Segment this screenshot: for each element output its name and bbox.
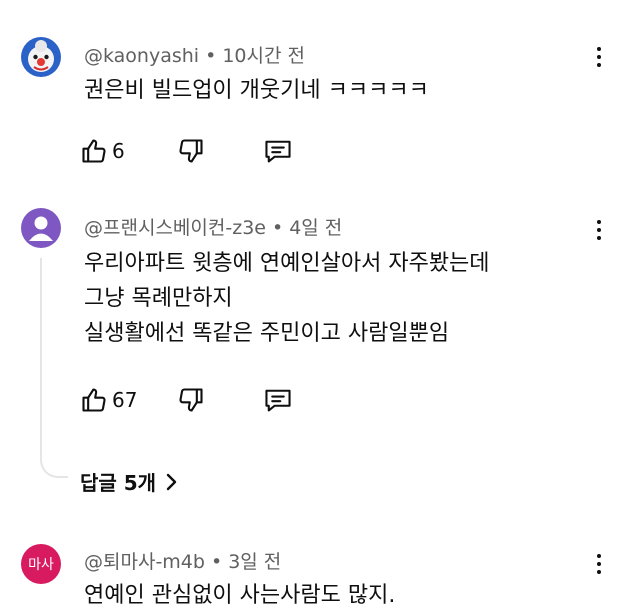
more-options-icon[interactable] [587, 45, 611, 69]
replies-toggle-button[interactable]: 답글 5개 [80, 467, 178, 496]
replies-count-label: 답글 5개 [80, 471, 157, 495]
like-button[interactable]: 67 [80, 384, 137, 416]
comment-actions: 6 [80, 135, 310, 167]
comment-line: 우리아파트 윗층에 연예인살아서 자주봤는데 [84, 251, 490, 276]
reply-button[interactable] [263, 384, 293, 416]
comment-line: 권은비 빌드업이 개웃기네 ㅋㅋㅋㅋㅋ [84, 78, 429, 103]
comment-meta: @kaonyashi • 10시간 전 [84, 41, 305, 68]
comment-icon [265, 389, 291, 412]
thumbs-up-icon [82, 388, 106, 412]
comment-actions: 67 [80, 384, 310, 416]
reply-button[interactable] [263, 135, 293, 167]
like-button[interactable]: 6 [80, 135, 125, 167]
comment-text: 연예인 관심없이 사는사람도 많지. [84, 578, 395, 613]
chevron-right-icon [166, 473, 177, 490]
thread-line [40, 258, 68, 478]
thumbs-up-icon [82, 139, 106, 163]
dislike-button[interactable] [177, 135, 205, 167]
comment-text: 우리아파트 윗층에 연예인살아서 자주봤는데 그냥 목례만하지 실생활에선 똑같… [84, 246, 490, 351]
author-handle[interactable]: @kaonyashi [84, 45, 199, 67]
separator-dot: • [205, 45, 217, 67]
author-handle[interactable]: @프랜시스베이컨-z3e [84, 217, 266, 239]
dislike-button[interactable] [177, 384, 205, 416]
like-count: 67 [112, 388, 138, 412]
timestamp[interactable]: 3일 전 [228, 551, 281, 573]
comment-meta: @퇴마사-m4b • 3일 전 [84, 547, 281, 574]
thumbs-down-icon [179, 388, 203, 412]
comment-line: 그냥 목례만하지 [84, 286, 233, 311]
separator-dot: • [271, 217, 284, 239]
avatar-text[interactable]: 마사 [21, 544, 61, 584]
avatar-default-user-icon[interactable] [21, 208, 61, 248]
comment-line: 실생활에선 똑같은 주민이고 사람일뿐임 [84, 321, 450, 346]
like-count: 6 [112, 139, 125, 163]
more-options-icon[interactable] [587, 218, 611, 242]
avatar-initials: 마사 [28, 557, 54, 573]
avatar-clown-icon[interactable] [21, 37, 61, 77]
author-handle[interactable]: @퇴마사-m4b [84, 551, 205, 573]
comment-icon [265, 140, 291, 163]
timestamp[interactable]: 4일 전 [289, 217, 342, 239]
separator-dot: • [210, 551, 223, 573]
more-options-icon[interactable] [587, 552, 611, 576]
timestamp[interactable]: 10시간 전 [222, 45, 305, 67]
comment-text: 권은비 빌드업이 개웃기네 ㅋㅋㅋㅋㅋ [84, 73, 429, 108]
comment-line: 연예인 관심없이 사는사람도 많지. [84, 583, 396, 608]
comment-meta: @프랜시스베이컨-z3e • 4일 전 [84, 213, 342, 240]
thumbs-down-icon [179, 139, 203, 163]
